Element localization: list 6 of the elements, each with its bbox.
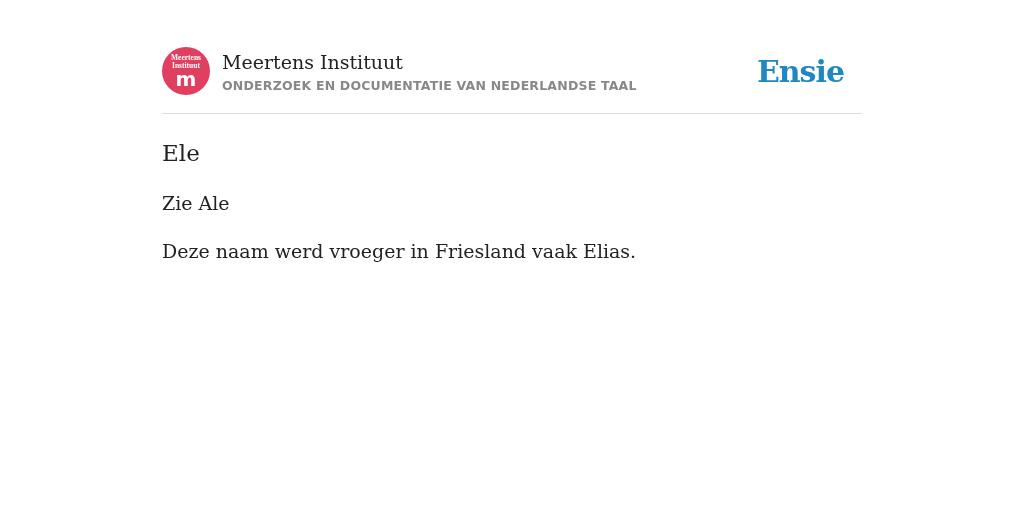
entry-paragraph: Zie Ale <box>162 191 231 216</box>
entry-paragraph: Deze naam werd vroeger in Friesland vaak Elias. <box>162 239 638 264</box>
brand-link[interactable]: Ensie <box>756 53 844 89</box>
site-subtitle: ONDERZOEK EN DOCUMENTATIE VAN NEDERLANDSE TAAL <box>222 77 638 93</box>
entry-title: Ele <box>162 139 201 168</box>
site-title: Meertens Instituut <box>222 49 404 74</box>
